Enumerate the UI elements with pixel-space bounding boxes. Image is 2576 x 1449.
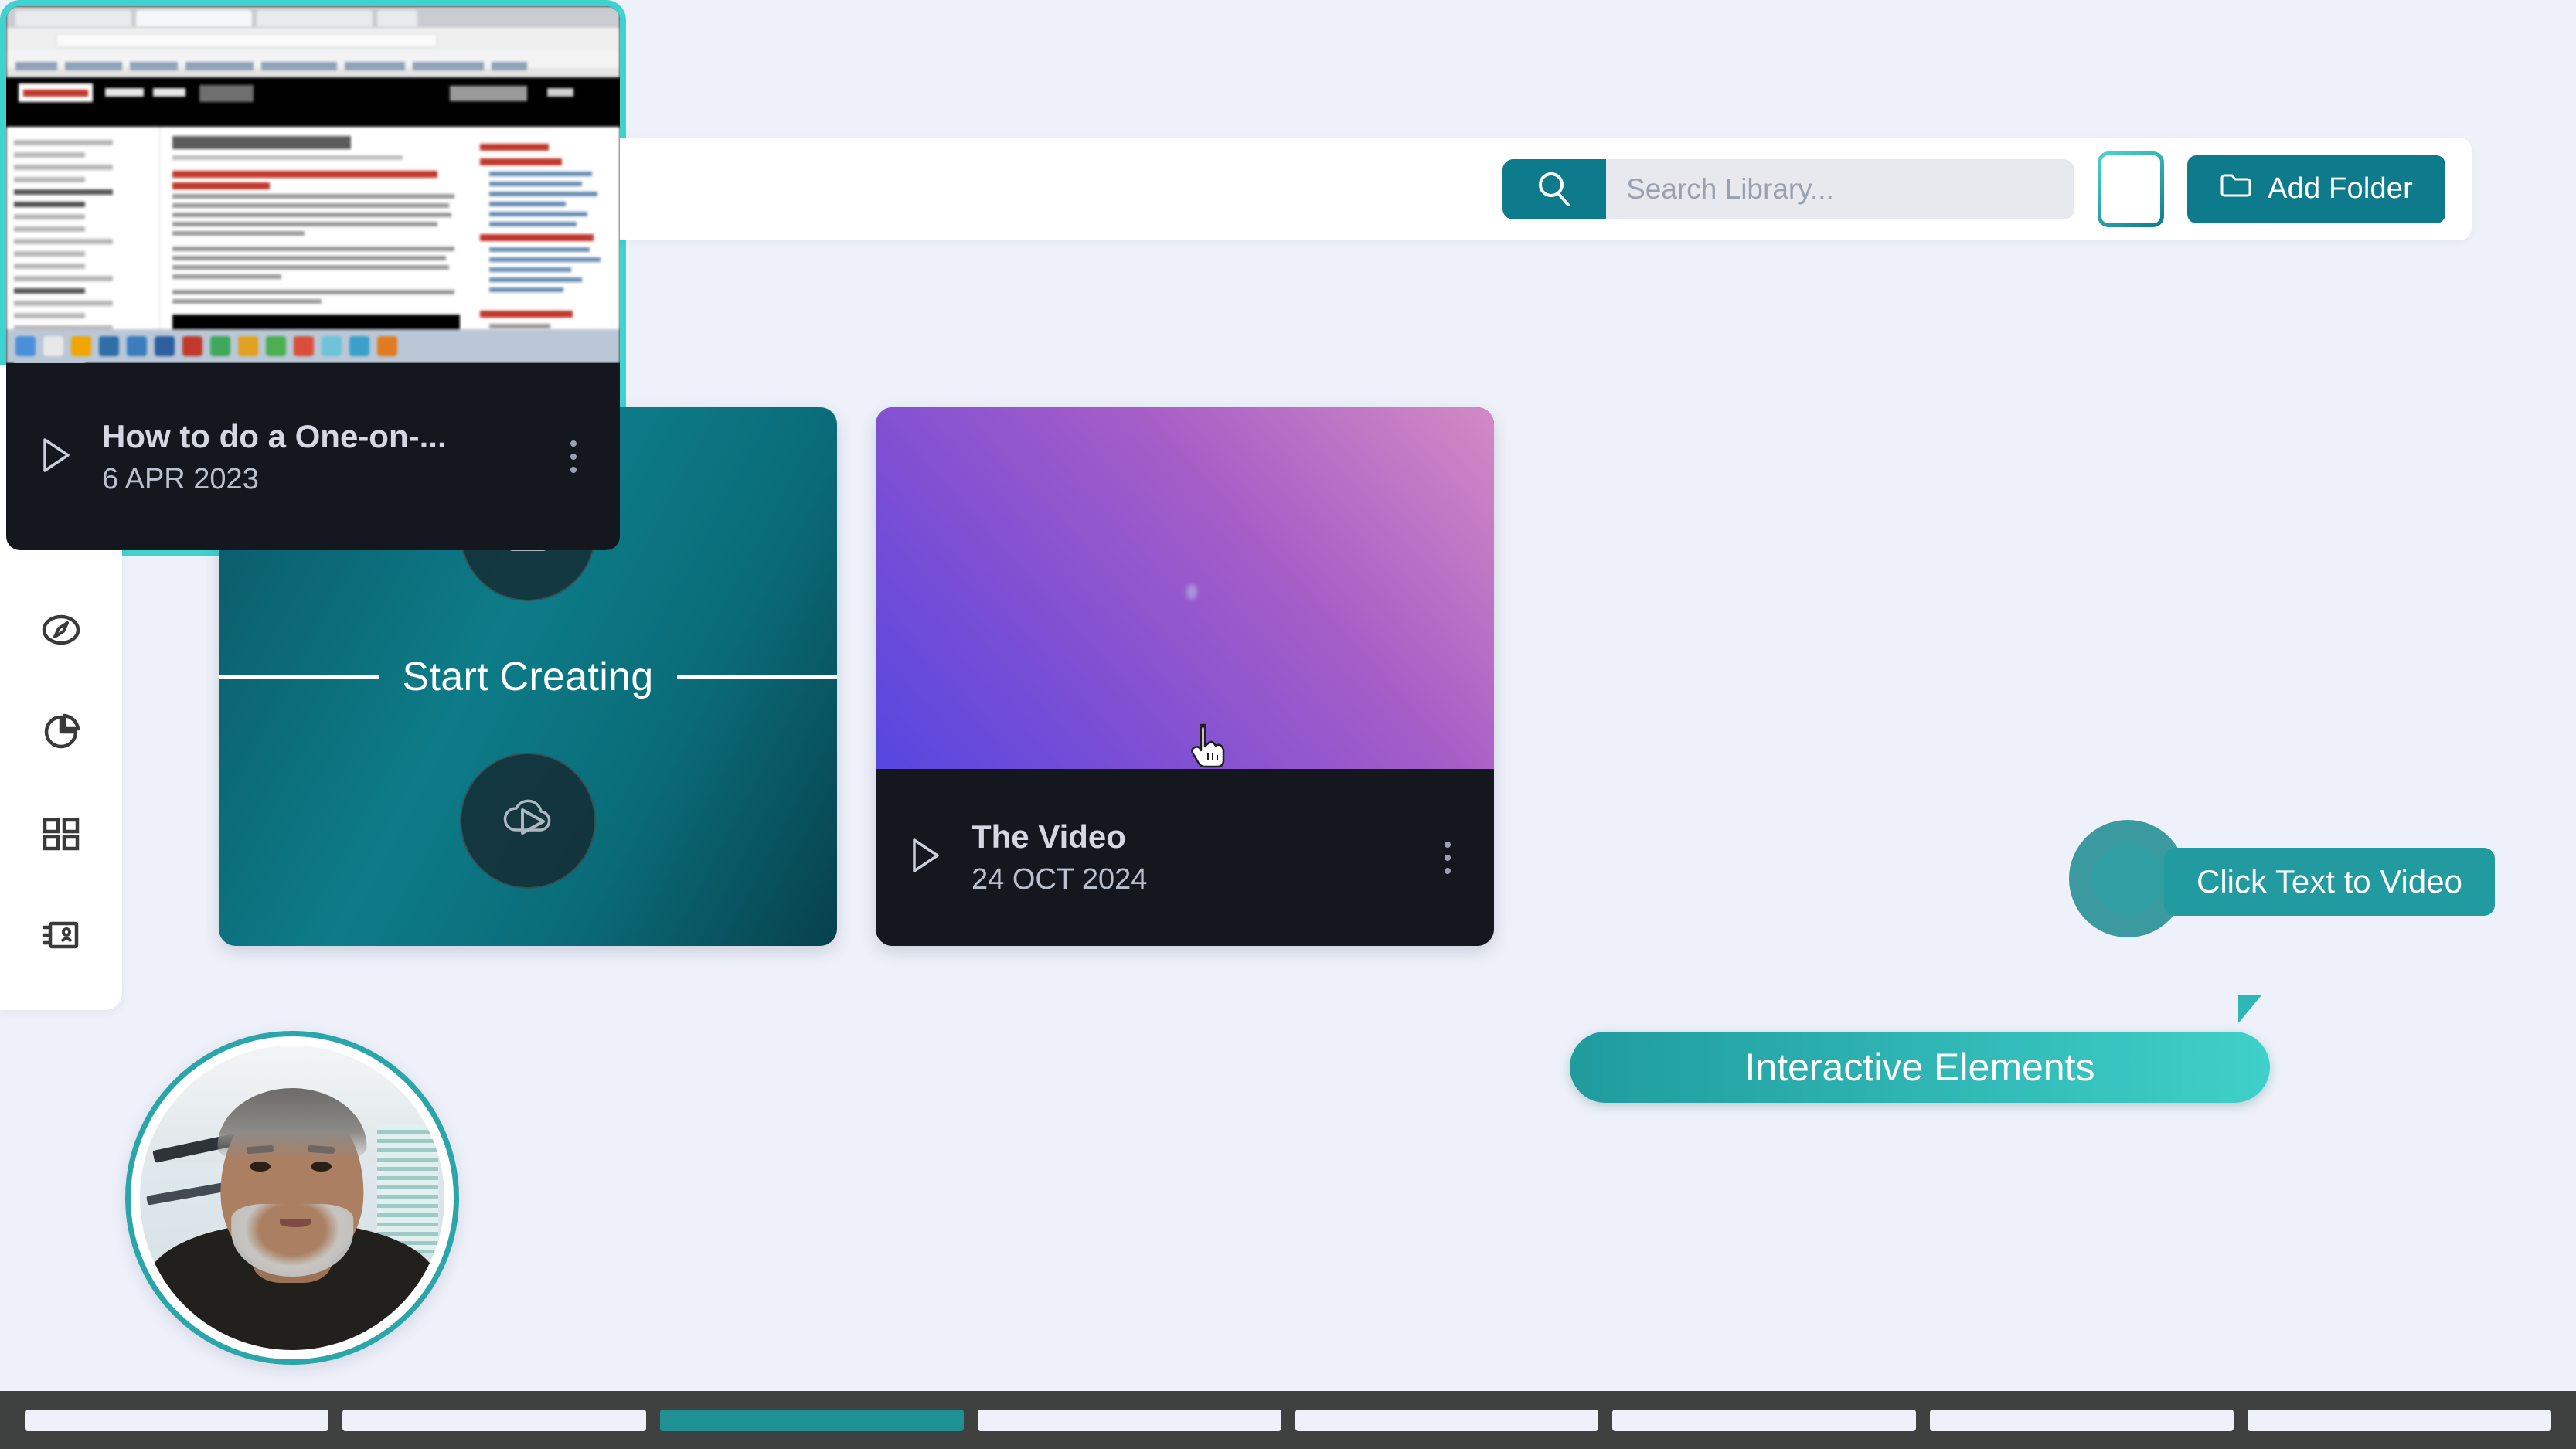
sidebar-item-discover[interactable] xyxy=(19,589,104,674)
video-title: The Video xyxy=(972,818,1418,855)
sidebar-item-analytics[interactable] xyxy=(19,691,104,776)
video-card-footer: The Video 24 OCT 2024 xyxy=(876,769,1494,946)
timeline-segment[interactable] xyxy=(1295,1410,1599,1431)
sidebar-item-contacts[interactable] xyxy=(19,895,104,980)
page-body xyxy=(6,127,620,329)
video-thumbnail xyxy=(876,407,1494,769)
click-highlight-dot xyxy=(2091,842,2164,915)
sidebar-item-apps[interactable] xyxy=(19,793,104,878)
add-folder-label: Add Folder xyxy=(2268,172,2413,206)
pill-pointer-tail xyxy=(2238,995,2261,1023)
kebab-menu-icon[interactable] xyxy=(1434,832,1462,883)
filter-toggle-button[interactable] xyxy=(2098,151,2164,227)
video-title: How to do a One-on-... xyxy=(102,418,544,455)
kebab-menu-icon[interactable] xyxy=(560,431,587,482)
page-right-column xyxy=(472,127,620,329)
timeline-segment[interactable] xyxy=(1612,1410,1916,1431)
timeline-segment[interactable] xyxy=(660,1410,964,1431)
timeline-segment[interactable] xyxy=(1930,1410,2234,1431)
timeline-filmstrip xyxy=(0,1391,2576,1449)
browser-screenshot xyxy=(6,6,620,363)
record-button[interactable] xyxy=(460,753,596,889)
contact-card-icon xyxy=(40,918,82,957)
play-triangle-icon[interactable] xyxy=(908,835,942,879)
timeline-segment[interactable] xyxy=(342,1410,646,1431)
browser-tab-strip xyxy=(6,6,620,28)
os-taskbar xyxy=(6,329,620,363)
search-input[interactable] xyxy=(1606,173,2074,206)
tooltip-click-text-to-video: Click Text to Video xyxy=(2164,848,2495,916)
browser-address-bar xyxy=(6,28,620,51)
play-triangle-icon[interactable] xyxy=(39,435,73,479)
compass-icon xyxy=(40,611,82,653)
page-content xyxy=(160,127,473,329)
timeline-segment[interactable] xyxy=(978,1410,1281,1431)
video-date: 6 APR 2023 xyxy=(102,463,544,496)
selected-card-footer: How to do a One-on-... 6 APR 2023 xyxy=(6,363,620,550)
video-date: 24 OCT 2024 xyxy=(972,863,1418,896)
add-folder-button[interactable]: Add Folder xyxy=(2187,155,2445,223)
webcam-video xyxy=(140,1046,444,1350)
divider-line-left xyxy=(219,675,379,679)
presenter-webcam-bubble xyxy=(125,1031,459,1365)
interactive-elements-button[interactable]: Interactive Elements xyxy=(1570,1032,2270,1103)
search-icon[interactable] xyxy=(1502,159,1606,219)
start-creating-divider: Start Creating xyxy=(219,654,837,700)
document-thumbnail xyxy=(6,6,620,363)
pie-chart-icon xyxy=(40,713,82,755)
folder-icon xyxy=(2220,172,2252,207)
hand-pointer-cursor xyxy=(1188,722,1228,770)
site-logo xyxy=(19,83,93,102)
thumbnail-speck xyxy=(1186,584,1197,600)
browser-bookmarks-bar xyxy=(6,51,620,68)
page-heading xyxy=(172,136,351,149)
play-cloud-icon xyxy=(497,791,559,849)
selected-video-meta: How to do a One-on-... 6 APR 2023 xyxy=(102,418,544,496)
browser-chrome xyxy=(6,6,620,77)
video-meta: The Video 24 OCT 2024 xyxy=(972,818,1418,896)
start-creating-label: Start Creating xyxy=(379,654,677,700)
search-bar xyxy=(1502,159,2074,219)
divider-line-right xyxy=(677,675,837,679)
timeline-segment[interactable] xyxy=(2248,1410,2551,1431)
header-actions: Add Folder xyxy=(1502,138,2445,240)
app-root: Library Add Folder xyxy=(0,0,2576,1449)
timeline-segment[interactable] xyxy=(25,1410,328,1431)
grid-icon xyxy=(41,815,81,856)
video-card-selected[interactable]: How to do a One-on-... 6 APR 2023 xyxy=(0,0,626,556)
video-card[interactable]: The Video 24 OCT 2024 xyxy=(876,407,1494,946)
site-header xyxy=(6,77,620,110)
page-left-nav xyxy=(6,127,160,329)
